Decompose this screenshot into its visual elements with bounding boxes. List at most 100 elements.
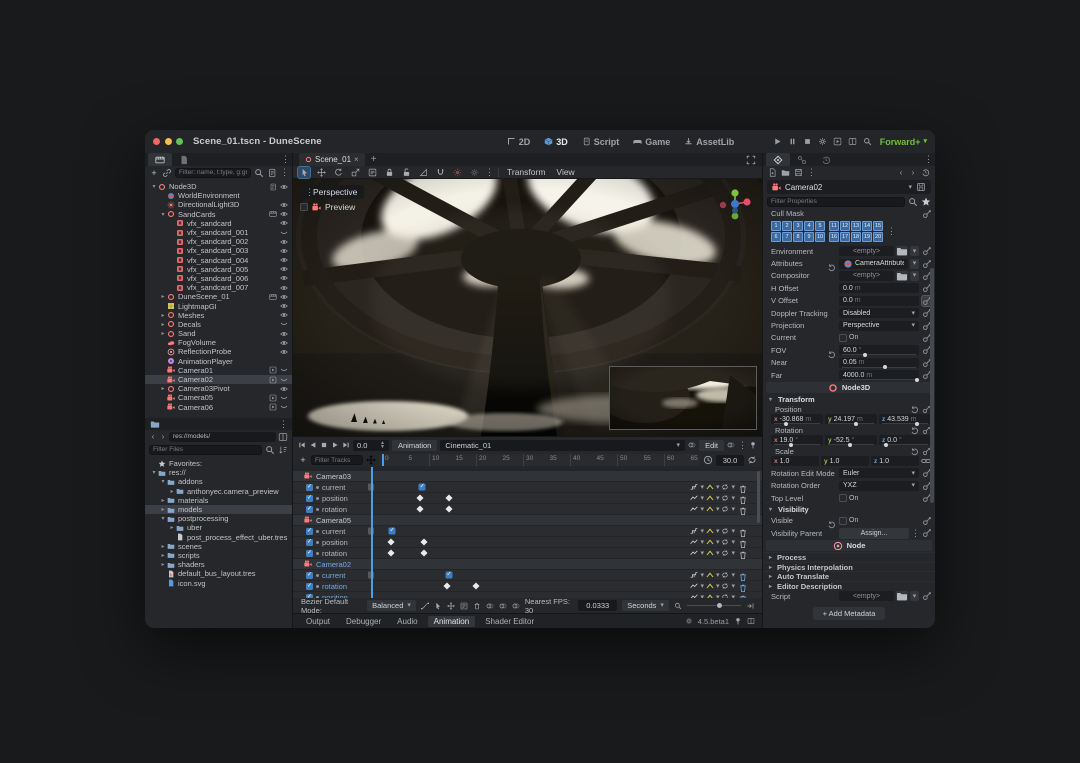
filesystem-item-res-[interactable]: ▾ res:// bbox=[145, 468, 292, 477]
timeline-zoom-slider[interactable] bbox=[686, 603, 741, 608]
delete-track-icon[interactable] bbox=[738, 572, 748, 582]
layer-11[interactable]: 11 bbox=[829, 221, 839, 231]
camera-override-button[interactable] bbox=[468, 167, 480, 178]
track-enabled-checkbox[interactable]: ✓ bbox=[306, 494, 313, 502]
extra-menu-icon[interactable]: ⋮ bbox=[911, 528, 920, 538]
update-mode-icon[interactable] bbox=[690, 593, 699, 598]
delete-track-icon[interactable] bbox=[738, 550, 748, 560]
unlock-button[interactable] bbox=[400, 167, 412, 178]
update-mode-icon[interactable] bbox=[690, 538, 699, 546]
expander-icon[interactable]: ▸ bbox=[159, 506, 167, 513]
viewport-menu-transform[interactable]: Transform bbox=[504, 167, 548, 177]
scale-x-field[interactable]: x 1.0 bbox=[771, 456, 819, 467]
expander-icon[interactable]: ▸ bbox=[159, 312, 167, 319]
keyframe[interactable] bbox=[443, 582, 451, 590]
keyframe[interactable] bbox=[387, 549, 395, 557]
eye-icon[interactable] bbox=[280, 284, 288, 292]
scale-tool-button[interactable] bbox=[349, 167, 361, 178]
keyframe[interactable] bbox=[445, 494, 453, 502]
eye-closed-icon[interactable] bbox=[280, 376, 288, 384]
preview-icon[interactable] bbox=[269, 394, 277, 402]
preview-checkbox[interactable] bbox=[300, 203, 308, 211]
keyframe[interactable] bbox=[420, 549, 428, 557]
tab-inspector[interactable] bbox=[766, 153, 790, 166]
rotate-tool-button[interactable] bbox=[332, 167, 344, 178]
eye-closed-icon[interactable] bbox=[280, 394, 288, 402]
track-enabled-checkbox[interactable]: ✓ bbox=[306, 582, 313, 590]
delete-track-icon[interactable] bbox=[738, 484, 748, 494]
number-field[interactable]: 4000.0 m bbox=[839, 370, 919, 382]
section-node3d[interactable]: Node3D bbox=[766, 382, 932, 394]
maximize-window-button[interactable] bbox=[176, 138, 183, 145]
layer-19[interactable]: 19 bbox=[862, 232, 872, 242]
cull-mask-grid[interactable]: 1 2 3 4 5 6 7 8 9 10 11 12 13 14 15 16 17 18 19 20 ⋮ bbox=[763, 219, 935, 245]
dropdown-field[interactable]: Perspective ▾ bbox=[839, 320, 919, 331]
track-camera05-position[interactable]: ✓ position ▾ ▾ ▾ bbox=[293, 537, 762, 549]
keyframe[interactable] bbox=[387, 538, 395, 546]
file-filter-input[interactable] bbox=[149, 444, 262, 455]
save-resource-icon[interactable] bbox=[794, 168, 803, 177]
scene-item-vfx-sandcard-001[interactable]: vfx_sandcard_001 bbox=[145, 228, 292, 237]
expand-viewport-icon[interactable] bbox=[746, 155, 756, 165]
animation-clip-dropdown[interactable]: Cinematic_01 ▾ bbox=[440, 439, 686, 451]
load-resource-icon[interactable] bbox=[781, 168, 790, 177]
engine-settings-icon[interactable] bbox=[685, 617, 693, 625]
eye-icon[interactable] bbox=[280, 385, 288, 393]
keyframe[interactable] bbox=[472, 582, 480, 590]
loop-wrap-icon[interactable] bbox=[721, 549, 729, 557]
assign-button[interactable]: Assign... bbox=[839, 527, 909, 539]
eye-icon[interactable] bbox=[280, 201, 288, 209]
layer-5[interactable]: 5 bbox=[815, 221, 825, 231]
loop-wrap-icon[interactable] bbox=[721, 571, 729, 579]
filesystem-item-materials[interactable]: ▸ materials bbox=[145, 496, 292, 505]
delete-track-icon[interactable] bbox=[738, 539, 748, 549]
edited-object-selector[interactable]: Camera02 ▾ bbox=[767, 180, 931, 194]
eye-icon[interactable] bbox=[280, 183, 288, 191]
interpolation-mode-icon[interactable] bbox=[706, 549, 714, 557]
tab-import[interactable] bbox=[172, 153, 196, 166]
add-track-button[interactable]: + bbox=[298, 455, 308, 465]
filesystem-item-models[interactable]: ▸ models bbox=[145, 504, 292, 515]
update-mode-icon[interactable] bbox=[690, 571, 698, 579]
select-keys-icon[interactable] bbox=[434, 602, 442, 610]
keyframe-bool[interactable]: ✓ bbox=[445, 571, 453, 579]
scale-y-field[interactable]: y 1.0 bbox=[821, 456, 869, 467]
eye-closed-icon[interactable] bbox=[280, 403, 288, 411]
preview-icon[interactable] bbox=[269, 366, 277, 374]
play-icon[interactable] bbox=[773, 137, 782, 146]
layer-8[interactable]: 8 bbox=[793, 232, 803, 242]
scene-item-directionallight3d[interactable]: DirectionalLight3D bbox=[145, 200, 292, 209]
layer-17[interactable]: 17 bbox=[840, 232, 850, 242]
delete-track-icon[interactable] bbox=[738, 583, 748, 593]
eye-icon[interactable] bbox=[280, 247, 288, 255]
track-enabled-checkbox[interactable]: ✓ bbox=[306, 505, 313, 513]
magnify-icon[interactable] bbox=[863, 137, 872, 146]
perspective-menu[interactable]: ⋮ Perspective bbox=[300, 185, 365, 199]
scene-item-vfx-sandcard-006[interactable]: vfx_sandcard_006 bbox=[145, 274, 292, 283]
filesystem-item-post-process-effect-uber-tres[interactable]: post_process_effect_uber.tres bbox=[145, 533, 292, 542]
category-editor-description[interactable]: ▸ Editor Description bbox=[763, 580, 935, 591]
checkbox[interactable] bbox=[839, 516, 847, 525]
add-keyframe-icon[interactable] bbox=[922, 516, 932, 526]
expander-icon[interactable]: ▾ bbox=[159, 478, 167, 485]
film-icon[interactable] bbox=[269, 210, 277, 218]
scene-item-worldenvironment[interactable]: WorldEnvironment bbox=[145, 191, 292, 200]
current-path[interactable]: res://models/ bbox=[169, 431, 276, 442]
eye-icon[interactable] bbox=[280, 256, 288, 264]
track-group-camera02[interactable]: Camera02 bbox=[293, 559, 762, 569]
selectable-list-button[interactable] bbox=[366, 167, 378, 178]
inspector-scrollbar[interactable] bbox=[930, 268, 934, 503]
section-node[interactable]: Node bbox=[766, 540, 932, 552]
update-mode-icon[interactable] bbox=[690, 549, 699, 557]
position-x-field[interactable]: x -30.868 m bbox=[771, 414, 823, 426]
film-icon[interactable] bbox=[269, 293, 277, 301]
layer-14[interactable]: 14 bbox=[862, 221, 872, 231]
viewport-3d[interactable]: ⋮ Perspective Preview bbox=[293, 179, 762, 436]
workspace-tab-script[interactable]: Script bbox=[582, 137, 619, 147]
history-back-button[interactable]: ‹ bbox=[149, 432, 157, 441]
keyframe[interactable] bbox=[420, 538, 428, 546]
layer-3[interactable]: 3 bbox=[793, 221, 803, 231]
track-filter-input[interactable] bbox=[311, 455, 363, 465]
track-camera02-position[interactable]: ✓ position ▾ ▾ ▾ bbox=[293, 592, 762, 598]
category-auto-translate[interactable]: ▸ Auto Translate bbox=[763, 571, 935, 581]
